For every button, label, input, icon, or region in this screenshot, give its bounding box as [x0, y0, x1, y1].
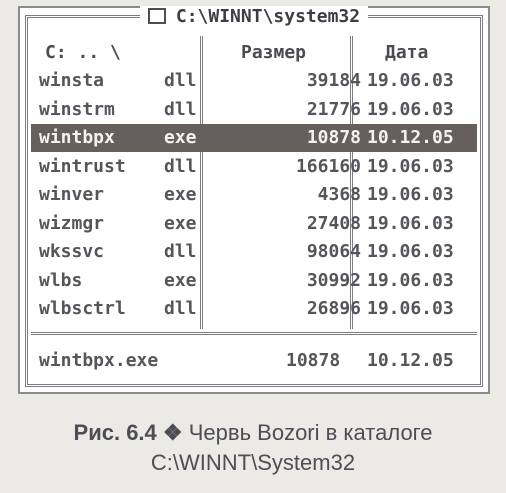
panel-title: C:\WINNT\system32: [175, 5, 361, 27]
status-date: 10.12.05: [367, 350, 454, 371]
file-name: winsta: [39, 70, 105, 91]
file-ext: exe: [164, 269, 197, 291]
file-size: 4368: [317, 184, 361, 205]
file-date: 19.06.03: [367, 98, 454, 120]
caption-text: Червь Bozori в каталоге: [188, 420, 433, 445]
file-list: C: .. \ Размер Дата winsta dll 39184 19.06.…: [31, 36, 477, 329]
file-size: 30992: [306, 269, 361, 291]
file-name: wlbsctrl: [39, 298, 126, 319]
file-row[interactable]: wintrust dll 166160 19.06.03: [31, 153, 477, 181]
file-ext: dll: [164, 241, 197, 262]
file-date: 19.06.03: [367, 241, 454, 262]
file-name: winstrm: [39, 98, 115, 120]
file-row[interactable]: wizmgr exe 27408 19.06.03: [31, 210, 477, 238]
status-line: wintbpx.exe 10878 10.12.05: [31, 346, 477, 376]
file-name: wlbs: [39, 269, 83, 291]
file-size: 21776: [306, 98, 361, 120]
file-ext: exe: [164, 184, 197, 205]
file-size: 98064: [306, 241, 361, 262]
status-filename: wintbpx.exe: [39, 350, 159, 371]
status-separator: [31, 332, 477, 335]
file-date: 19.06.03: [367, 212, 454, 234]
caption-label: Рис. 6.4: [73, 420, 157, 445]
figure-caption: Рис. 6.4 ❖ Червь Bozori в каталоге C:\WI…: [0, 418, 506, 478]
file-row[interactable]: winver exe 4368 19.06.03: [31, 181, 477, 209]
header-path[interactable]: C: .. \: [45, 38, 121, 66]
file-date: 19.06.03: [367, 298, 454, 319]
header-size[interactable]: Размер: [241, 38, 306, 66]
file-name: wintrust: [39, 155, 126, 177]
title-container: C:\WINNT\system32: [139, 5, 369, 27]
file-row[interactable]: winsta dll 39184 19.06.03: [31, 67, 477, 95]
file-date: 19.06.03: [367, 184, 454, 205]
file-ext: dll: [164, 298, 197, 319]
file-row[interactable]: wlbsctrl dll 26896 19.06.03: [31, 295, 477, 323]
file-row[interactable]: wintbpx exe 10878 10.12.05: [31, 124, 477, 152]
panel-titlebar: C:\WINNT\system32: [20, 5, 488, 27]
file-ext: exe: [164, 212, 197, 234]
status-size: 10878: [286, 350, 341, 371]
file-name: winver: [39, 184, 105, 205]
file-size: 27408: [306, 212, 361, 234]
file-size: 166160: [295, 155, 361, 177]
file-date: 19.06.03: [367, 269, 454, 291]
file-date: 10.12.05: [367, 127, 454, 148]
file-size: 10878: [306, 127, 361, 148]
file-name: wizmgr: [39, 212, 105, 234]
file-ext: dll: [164, 98, 197, 120]
file-date: 19.06.03: [367, 70, 454, 91]
file-date: 19.06.03: [367, 155, 454, 177]
caption-line-1: Рис. 6.4 ❖ Червь Bozori в каталоге: [0, 418, 506, 448]
file-ext: dll: [164, 70, 197, 91]
header-date[interactable]: Дата: [385, 38, 428, 66]
caption-line-2: C:\WINNT\System32: [150, 450, 356, 475]
file-size: 26896: [306, 298, 361, 319]
file-row[interactable]: winstrm dll 21776 19.06.03: [31, 96, 477, 124]
file-name: wintbpx: [39, 127, 115, 148]
file-ext: exe: [164, 127, 197, 148]
file-size: 39184: [306, 70, 361, 91]
file-ext: dll: [164, 155, 197, 177]
file-row[interactable]: wlbs exe 30992 19.06.03: [31, 267, 477, 295]
file-row[interactable]: wkssvc dll 98064 19.06.03: [31, 238, 477, 266]
close-box-icon[interactable]: [147, 8, 166, 24]
file-name: wkssvc: [39, 241, 105, 262]
caption-symbol: ❖: [162, 420, 183, 445]
file-panel: C:\WINNT\system32 C: .. \ Размер Дата wi…: [18, 5, 490, 394]
